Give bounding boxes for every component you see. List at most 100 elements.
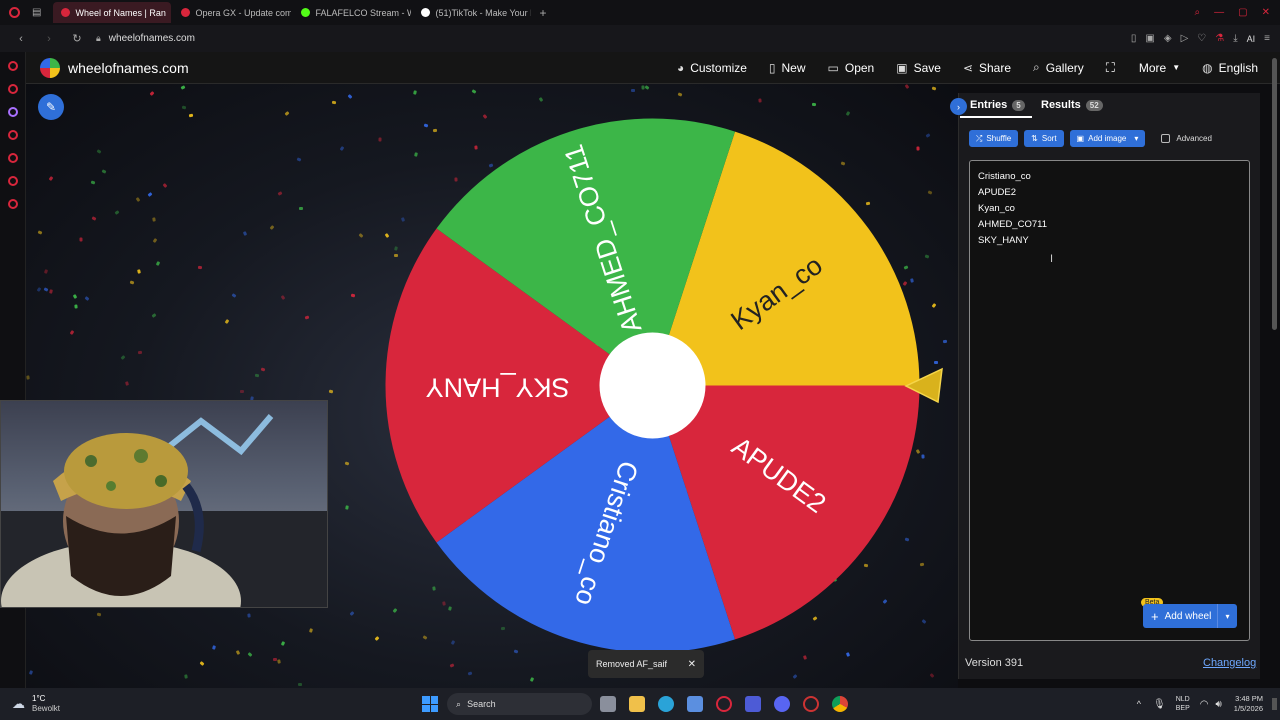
taskbar-search[interactable]: ⌕ Search	[447, 693, 593, 715]
chrome-icon[interactable]	[832, 696, 849, 712]
nav-customize-button[interactable]: ◕ Customize	[677, 61, 747, 75]
save-icon: ▣	[896, 60, 908, 75]
edge-icon[interactable]	[658, 696, 675, 712]
logo-icon[interactable]	[40, 57, 60, 78]
url-field[interactable]: wheelofnames.com	[109, 33, 195, 44]
fullscreen-icon[interactable]: ⛶	[1106, 60, 1115, 76]
confetti-piece	[247, 652, 253, 658]
store-icon[interactable]	[687, 696, 704, 712]
snapshot-icon[interactable]: ▣	[1145, 33, 1154, 44]
changelog-link[interactable]: Changelog	[1203, 657, 1256, 669]
site-logo-text[interactable]: wheelofnames.com	[68, 60, 189, 76]
minimize-icon[interactable]: —	[1214, 7, 1224, 18]
twitch-icon[interactable]	[7, 107, 18, 117]
app-icon-blue[interactable]	[745, 696, 762, 712]
nav-open-button[interactable]: ▭ Open	[828, 61, 875, 75]
confetti-piece	[631, 88, 636, 92]
ai-button[interactable]: AI	[1247, 34, 1256, 44]
add-image-button[interactable]: ▣ Add image ▾	[1069, 130, 1146, 147]
sort-button[interactable]: ⇅ Sort	[1024, 130, 1064, 147]
collapse-panel-button[interactable]: ›	[950, 98, 967, 115]
language-indicator[interactable]: NLD BEP	[1176, 695, 1190, 713]
tab-favicon-icon	[181, 8, 191, 17]
add-wheel-button[interactable]: + Add wheel ▾	[1143, 604, 1237, 628]
confetti-piece	[792, 673, 798, 679]
confetti-piece	[345, 505, 350, 510]
advanced-checkbox[interactable]	[1161, 134, 1171, 143]
wheel-pointer-icon	[904, 367, 943, 404]
confetti-piece	[296, 157, 302, 162]
tab-results[interactable]: Results 52	[1041, 99, 1103, 111]
browser-tab[interactable]: Wheel of Names | Ran	[53, 2, 172, 23]
confetti-piece	[942, 339, 948, 344]
chevron-up-icon[interactable]: ^	[1137, 699, 1141, 709]
confetti-piece	[811, 102, 817, 106]
gx-control-icon[interactable]	[7, 61, 18, 71]
confetti-piece	[347, 93, 353, 99]
entry-line: SKY_HANY	[978, 235, 1029, 246]
heart-icon[interactable]: ♡	[1197, 33, 1206, 44]
file-explorer-icon[interactable]	[629, 696, 646, 712]
search-tabs-icon[interactable]: ⌕	[1195, 7, 1201, 18]
tab-entries[interactable]: Entries 5	[970, 99, 1025, 111]
menu-icon[interactable]: ≡	[1264, 33, 1270, 44]
messenger-icon[interactable]	[7, 130, 18, 140]
entries-count-badge: 5	[1012, 99, 1025, 111]
player-icon[interactable]	[7, 176, 18, 186]
wifi-icon[interactable]: ◠	[1200, 699, 1209, 710]
opera-gx-taskbar-icon[interactable]	[716, 696, 733, 712]
browser-tab[interactable]: (51)TikTok - Make Your Da	[413, 2, 531, 23]
nav-gallery-button[interactable]: ⌕ Gallery	[1033, 60, 1084, 75]
task-view-icon[interactable]	[600, 696, 617, 712]
settings-icon[interactable]	[7, 199, 18, 209]
app-icon-red[interactable]	[803, 696, 820, 712]
download-icon[interactable]: ⤓	[1233, 33, 1237, 44]
wheel-center-hub[interactable]	[599, 332, 706, 439]
weather-widget[interactable]: 1°C Bewolkt	[32, 694, 60, 714]
forward-icon[interactable]: ›	[42, 33, 56, 45]
new-tab-button[interactable]: +	[539, 6, 546, 20]
back-icon[interactable]: ‹	[14, 33, 28, 45]
volume-icon[interactable]: 🔊︎	[1215, 699, 1221, 710]
reload-icon[interactable]: ↻	[70, 32, 84, 45]
shuffle-button[interactable]: ⤮ Shuffle	[969, 130, 1019, 147]
confetti-piece	[358, 233, 364, 239]
wheel[interactable]: Kyan_coAPUDE2Cristiano_coSKY_HANYAHMED_C…	[385, 118, 920, 653]
entries-textarea[interactable]: Cristiano_co APUDE2 Kyan_co AHMED_CO711 SKY_…	[969, 160, 1250, 641]
confetti-piece	[538, 97, 544, 103]
close-icon[interactable]: ✕	[688, 659, 696, 670]
confetti-piece	[43, 268, 48, 274]
bookmark-icon[interactable]: ▯	[1131, 33, 1137, 44]
shield-icon[interactable]: ◈	[1164, 33, 1172, 44]
more-button[interactable]: More ▼	[1139, 61, 1180, 75]
confetti-piece	[129, 280, 135, 285]
confetti-piece	[48, 175, 53, 181]
language-button[interactable]: ◍ English	[1202, 61, 1258, 75]
page-scrollbar[interactable]	[1272, 58, 1277, 330]
nav-share-button[interactable]: ⋖ Share	[963, 61, 1011, 75]
workspaces-icon[interactable]: ▤	[32, 7, 41, 18]
maximize-icon[interactable]: ▢	[1238, 7, 1247, 18]
microphone-icon[interactable]: 🎙︎	[1153, 699, 1166, 710]
confetti-piece	[803, 655, 808, 661]
gx-corner-icon[interactable]	[7, 84, 18, 94]
add-wheel-dropdown-icon[interactable]: ▾	[1217, 604, 1237, 628]
discord-icon[interactable]	[774, 696, 791, 712]
nav-save-button[interactable]: ▣ Save	[896, 61, 941, 75]
extensions-icon[interactable]: ⚗	[1215, 33, 1224, 44]
close-window-icon[interactable]: ✕	[1262, 7, 1270, 18]
history-icon[interactable]	[7, 153, 18, 163]
opera-logo-icon[interactable]	[9, 7, 20, 18]
browser-tab[interactable]: FALAFELCO Stream - Wat	[293, 2, 411, 23]
windows-start-icon[interactable]	[422, 696, 439, 712]
weather-icon[interactable]: ☁	[12, 696, 25, 712]
new-file-icon: ▯	[768, 60, 776, 75]
wheel-segment-label: SKY_HANY	[426, 372, 570, 402]
notifications-icon[interactable]	[1272, 698, 1277, 710]
nav-new-button[interactable]: ▯ New	[769, 61, 806, 75]
edit-button[interactable]: ✎	[38, 94, 64, 120]
clock[interactable]: 3:48 PM 1/5/2026	[1234, 694, 1263, 714]
browser-tab[interactable]: Opera GX - Update comp	[173, 2, 291, 23]
play-icon[interactable]: ▷	[1181, 33, 1189, 44]
tab-favicon-icon	[301, 8, 311, 17]
